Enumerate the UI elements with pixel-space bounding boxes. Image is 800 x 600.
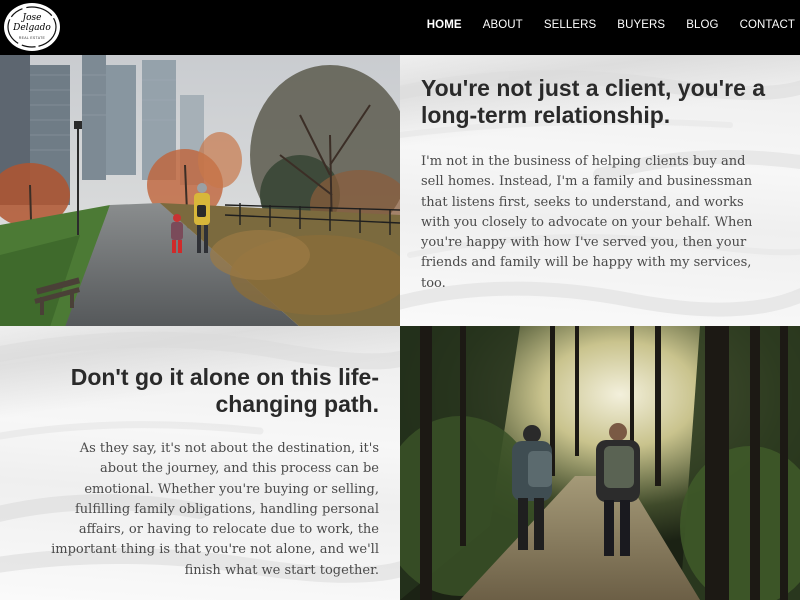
relationship-section: You're not just a client, you're a long-… bbox=[400, 55, 800, 326]
journey-section: Don't go it alone on this life-changing … bbox=[0, 326, 400, 600]
relationship-body: I'm not in the business of helping clien… bbox=[421, 154, 753, 291]
brand-logo-icon[interactable]: Jose Delgado REAL ESTATE bbox=[4, 3, 60, 51]
family-walking-park-photo bbox=[0, 55, 400, 327]
nav-item-contact[interactable]: CONTACT bbox=[740, 19, 795, 31]
logo-tagline: REAL ESTATE bbox=[18, 36, 46, 40]
hikers-forest-trail-photo bbox=[400, 326, 800, 600]
site-header: Jose Delgado REAL ESTATE HOME ABOUT SELL… bbox=[0, 0, 800, 55]
nav-item-home[interactable]: HOME bbox=[427, 19, 462, 31]
nav-item-about[interactable]: ABOUT bbox=[483, 19, 523, 31]
logo-name-first: Jose bbox=[22, 13, 42, 23]
journey-heading: Don't go it alone on this life-changing … bbox=[70, 364, 379, 417]
relationship-heading: You're not just a client, you're a long-… bbox=[421, 75, 766, 128]
logo-name-last: Delgado bbox=[13, 23, 51, 33]
nav-item-sellers[interactable]: SELLERS bbox=[544, 19, 596, 31]
main-nav: HOME ABOUT SELLERS BUYERS BLOG CONTACT bbox=[427, 19, 795, 31]
journey-body: As they say, it's not about the destinat… bbox=[51, 441, 379, 578]
nav-item-buyers[interactable]: BUYERS bbox=[617, 19, 665, 31]
nav-item-blog[interactable]: BLOG bbox=[686, 19, 718, 31]
